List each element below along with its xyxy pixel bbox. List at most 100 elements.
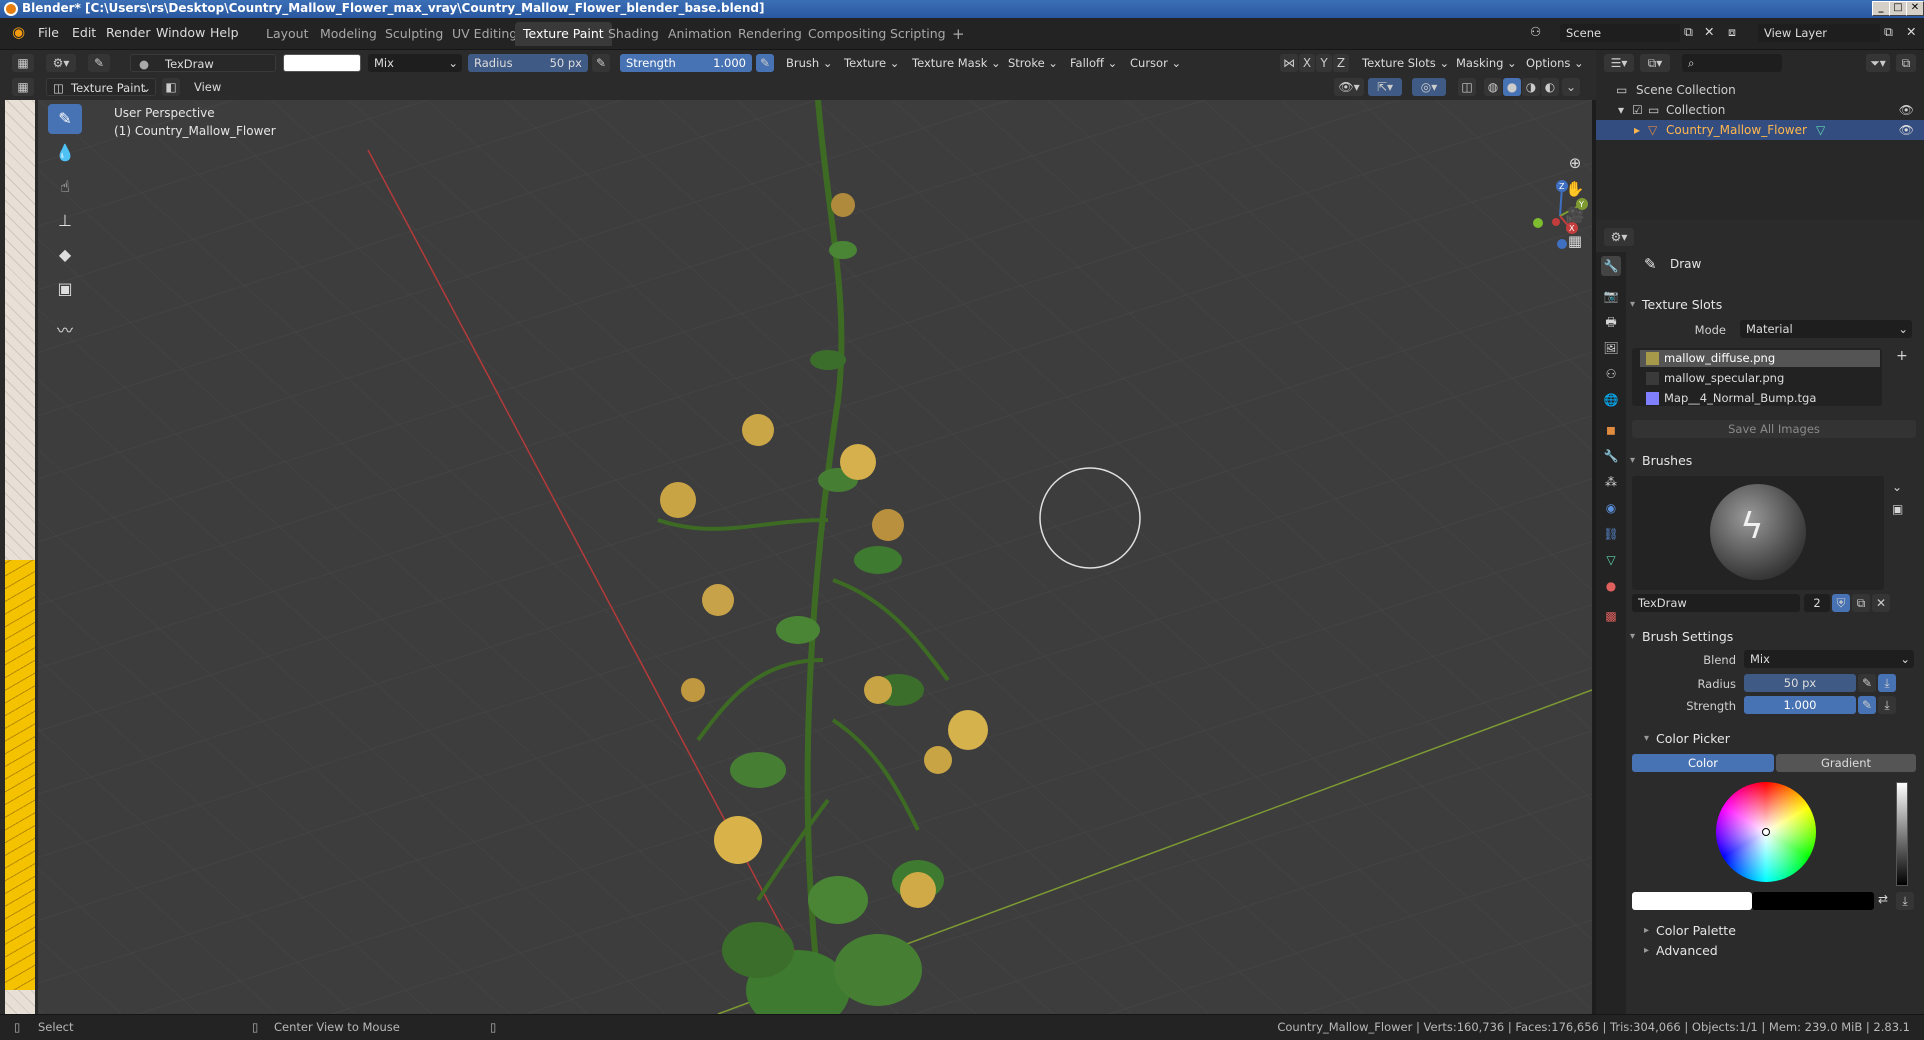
color-picker-panel-header[interactable]: Color Picker: [1640, 728, 1924, 750]
render-tab-icon[interactable]: 📷: [1601, 286, 1621, 306]
visibility-icon[interactable]: 👁▾: [1334, 78, 1364, 96]
color-wheel-cursor[interactable]: [1762, 828, 1770, 836]
texture-mode-dropdown[interactable]: Material ⌄: [1740, 320, 1912, 338]
texture-tab-icon[interactable]: ▩: [1601, 606, 1621, 626]
tab-rendering[interactable]: Rendering: [730, 22, 810, 46]
axis-y-toggle[interactable]: Y: [1316, 54, 1332, 72]
tab-compositing[interactable]: Compositing: [800, 22, 894, 46]
strength-lock-icon[interactable]: ⤓: [1878, 696, 1896, 714]
fill-tool-icon[interactable]: ◆: [48, 240, 82, 270]
outliner-search-input[interactable]: ⌕: [1682, 54, 1782, 72]
view-layer-field[interactable]: View Layer: [1758, 24, 1880, 42]
radius-pressure-icon[interactable]: ✎: [1858, 674, 1876, 692]
texture-slot-item[interactable]: Map__4_Normal_Bump.tga: [1640, 390, 1880, 407]
3d-viewport[interactable]: User Perspective (1) Country_Mallow_Flow…: [38, 100, 1592, 1014]
brush-menu-chevron-icon[interactable]: ⌄: [1892, 480, 1902, 494]
menu-edit[interactable]: Edit: [72, 25, 96, 40]
mesh-data-tab-icon[interactable]: ▽: [1601, 550, 1621, 570]
eye-icon[interactable]: 👁: [1899, 120, 1914, 140]
soften-tool-icon[interactable]: 💧: [48, 138, 82, 168]
scene-field[interactable]: Scene: [1560, 24, 1680, 42]
pan-hand-icon[interactable]: ✋: [1562, 176, 1588, 202]
outliner-row-object[interactable]: ▸ ▽ Country_Mallow_Flower ▽ 👁: [1596, 120, 1924, 140]
menu-falloff[interactable]: Falloff ⌄: [1070, 54, 1117, 72]
expand-arrow-icon[interactable]: ▾: [1618, 100, 1624, 120]
radius-slider[interactable]: Radius 50 px: [468, 54, 588, 72]
brush-users-count[interactable]: 2: [1804, 594, 1830, 612]
smear-tool-icon[interactable]: ☝: [48, 172, 82, 202]
new-scene-icon[interactable]: ⧉: [1684, 24, 1693, 40]
menu-masking[interactable]: Masking ⌄: [1456, 54, 1517, 72]
gradient-tab[interactable]: Gradient: [1776, 754, 1916, 772]
menu-texture-slots[interactable]: Texture Slots ⌄: [1362, 54, 1449, 72]
duplicate-brush-icon[interactable]: ⧉: [1852, 594, 1870, 612]
radius-pressure-icon[interactable]: ✎: [592, 54, 610, 72]
ortho-grid-icon[interactable]: ▦: [1562, 228, 1588, 254]
symmetry-icon[interactable]: ⋈: [1280, 54, 1298, 72]
tool-tab-icon[interactable]: 🔧: [1601, 256, 1621, 276]
strength-pressure-icon[interactable]: ✎: [1858, 696, 1876, 714]
outliner-display-mode-icon[interactable]: ⧉▾: [1640, 54, 1670, 72]
eye-icon[interactable]: 👁: [1899, 100, 1914, 120]
blend-dropdown[interactable]: Mix ⌄: [1744, 650, 1914, 668]
tab-layout[interactable]: Layout: [258, 22, 317, 46]
particles-tab-icon[interactable]: ⁂: [1601, 472, 1621, 492]
menu-options[interactable]: Options ⌄: [1526, 54, 1584, 72]
menu-file[interactable]: File: [38, 25, 59, 40]
texture-slot-item[interactable]: mallow_diffuse.png: [1640, 350, 1880, 367]
brush-name-field[interactable]: TexDraw: [1632, 594, 1800, 612]
wireframe-shading-icon[interactable]: ◍: [1484, 78, 1502, 96]
new-collection-icon[interactable]: ⧉: [1896, 54, 1916, 72]
axis-x-toggle[interactable]: X: [1299, 54, 1315, 72]
mode-dropdown[interactable]: ◫ Texture Paint ⌄: [46, 78, 156, 96]
tab-modeling[interactable]: Modeling: [312, 22, 385, 46]
tab-shading[interactable]: Shading: [600, 22, 667, 46]
clone-tool-icon[interactable]: ⊥: [48, 206, 82, 236]
blender-menu-icon[interactable]: ◉: [12, 23, 25, 41]
delete-scene-icon[interactable]: ✕: [1704, 24, 1714, 39]
add-workspace-button[interactable]: +: [944, 22, 973, 46]
new-view-layer-icon[interactable]: ⧉: [1884, 24, 1893, 40]
object-tab-icon[interactable]: ◼: [1601, 420, 1621, 440]
menu-help[interactable]: Help: [210, 25, 239, 40]
brush-image-icon[interactable]: ▣: [1892, 502, 1903, 516]
world-tab-icon[interactable]: 🌐: [1601, 390, 1621, 410]
material-tab-icon[interactable]: ●: [1601, 576, 1621, 596]
strength-pressure-icon[interactable]: ✎: [756, 54, 774, 72]
paint-color-swatch[interactable]: [283, 54, 361, 72]
menu-view[interactable]: View: [194, 78, 221, 96]
camera-icon[interactable]: 🎥: [1562, 202, 1588, 228]
editor-type-icon[interactable]: ▦: [12, 54, 34, 72]
zoom-icon[interactable]: ⊕: [1562, 150, 1588, 176]
constraints-tab-icon[interactable]: ⛓: [1601, 524, 1621, 544]
overlay-toggle-icon[interactable]: ◎▾: [1412, 78, 1446, 96]
tab-scripting[interactable]: Scripting: [882, 22, 954, 46]
physics-tab-icon[interactable]: ◉: [1601, 498, 1621, 518]
grid-icon[interactable]: ▦: [12, 78, 34, 96]
delete-view-layer-icon[interactable]: ✕: [1906, 24, 1916, 39]
color-palette-panel-header[interactable]: Color Palette: [1640, 920, 1924, 942]
advanced-panel-header[interactable]: Advanced: [1640, 940, 1924, 962]
view-layer-icon[interactable]: ⧈: [1728, 24, 1736, 40]
menu-stroke[interactable]: Stroke ⌄: [1008, 54, 1058, 72]
expand-arrow-icon[interactable]: ▸: [1634, 120, 1640, 140]
strength-slider[interactable]: Strength 1.000: [620, 54, 752, 72]
color-options-icon[interactable]: ⤓: [1896, 892, 1914, 910]
brush-icon[interactable]: ✎: [88, 54, 110, 72]
tab-uv-editing[interactable]: UV Editing: [444, 22, 525, 46]
tab-animation[interactable]: Animation: [660, 22, 740, 46]
outliner-editor-type-icon[interactable]: ☰▾: [1604, 54, 1634, 72]
texture-slot-item[interactable]: mallow_specular.png: [1640, 370, 1880, 387]
menu-window[interactable]: Window: [156, 25, 205, 40]
output-tab-icon[interactable]: 🖶: [1601, 312, 1621, 332]
secondary-color-swatch[interactable]: [1752, 892, 1874, 910]
unlink-brush-icon[interactable]: ✕: [1872, 594, 1890, 612]
axis-z-toggle[interactable]: Z: [1333, 54, 1349, 72]
minimize-button[interactable]: _: [1872, 1, 1890, 16]
fake-user-shield-icon[interactable]: ⛨: [1832, 594, 1850, 612]
blend-mode-dropdown[interactable]: Mix ⌄: [368, 54, 462, 72]
mask-toggle-icon[interactable]: ◧: [162, 78, 180, 96]
radius-field[interactable]: 50 px: [1744, 674, 1856, 692]
gizmo-toggle-icon[interactable]: ⇱▾: [1368, 78, 1402, 96]
modifier-tab-icon[interactable]: 🔧: [1601, 446, 1621, 466]
